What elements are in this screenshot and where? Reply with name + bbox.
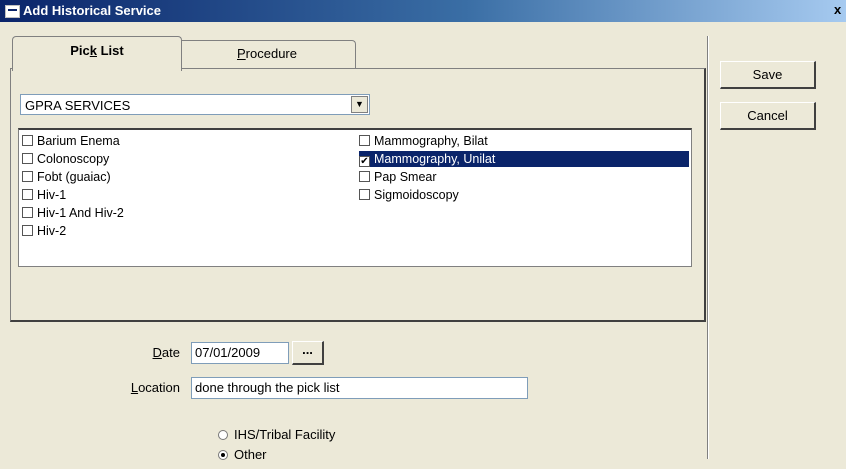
save-button[interactable]: Save [720,61,816,89]
checkbox[interactable] [359,171,370,182]
tab-pick-list-label: Pick List [70,43,124,58]
window-title: Add Historical Service [23,3,161,18]
checkbox[interactable] [22,171,33,182]
tab-procedure[interactable]: Procedure [178,40,356,69]
checkbox[interactable] [359,189,370,200]
checkbox[interactable] [22,189,33,200]
tab-pick-list[interactable]: Pick List [12,36,182,71]
location-label: Location [130,380,180,395]
checkbox[interactable] [22,225,33,236]
services-checklist[interactable]: Barium Enema Colonoscopy Fobt (guaiac) H… [18,128,692,267]
list-item[interactable]: Pap Smear [359,169,437,185]
checkbox[interactable] [22,207,33,218]
radio-ihs-tribal-facility[interactable]: IHS/Tribal Facility [218,427,335,442]
category-select-value: GPRA SERVICES [25,98,131,113]
list-item[interactable]: Fobt (guaiac) [22,169,111,185]
vertical-divider [707,36,709,459]
list-item[interactable]: Mammography, Bilat [359,133,488,149]
radio-selected-icon[interactable] [218,450,228,460]
date-field[interactable]: 07/01/2009 [191,342,289,364]
list-item[interactable]: Hiv-1 [22,187,66,203]
list-item[interactable]: Hiv-2 [22,223,66,239]
category-select[interactable]: GPRA SERVICES ▼ [20,94,370,115]
location-field[interactable]: done through the pick list [191,377,528,399]
checkbox[interactable] [359,135,370,146]
tab-procedure-label: Procedure [237,46,297,61]
close-icon[interactable]: x [834,2,841,17]
checkbox[interactable] [22,135,33,146]
cancel-button[interactable]: Cancel [720,102,816,130]
list-item[interactable]: Sigmoidoscopy [359,187,459,203]
radio-icon[interactable] [218,430,228,440]
checkbox[interactable] [22,153,33,164]
chevron-down-icon[interactable]: ▼ [351,96,368,113]
list-item[interactable]: Colonoscopy [22,151,109,167]
title-bar: Add Historical Service x [0,0,846,22]
date-label: Date [152,345,180,360]
radio-other[interactable]: Other [218,447,267,462]
checkbox-checked[interactable]: ✔ [359,156,370,167]
list-item[interactable]: Barium Enema [22,133,120,149]
window-app-icon [5,5,20,18]
list-item-selected[interactable]: ✔ Mammography, Unilat [359,151,689,167]
date-picker-button[interactable]: ... [292,341,324,365]
list-item[interactable]: Hiv-1 And Hiv-2 [22,205,124,221]
